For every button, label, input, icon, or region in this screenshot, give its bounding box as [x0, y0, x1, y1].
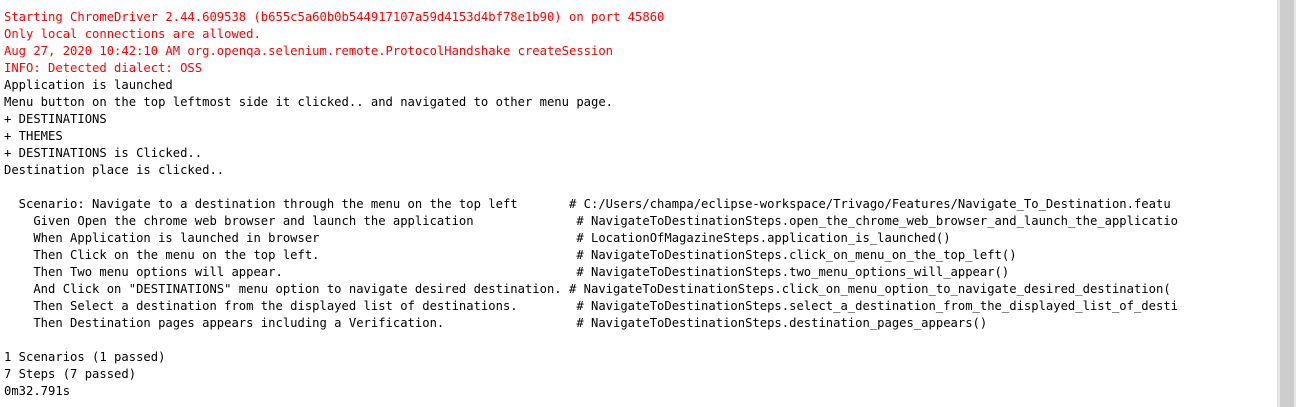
console-line-stdout: + THEMES [4, 129, 63, 143]
console-line-stdout [4, 179, 1178, 196]
console-line-stdout: 1 Scenarios (1 passed) [4, 350, 166, 364]
scrollbar-thumb[interactable] [1280, 0, 1294, 407]
console-lines: Starting ChromeDriver 2.44.609538 (b655c… [4, 9, 1178, 400]
console-line-stdout: When Application is launched in browser … [4, 231, 951, 245]
console-line-stdout: Then Click on the menu on the top left. … [4, 248, 1017, 262]
console-line-stdout: Scenario: Navigate to a destination thro… [4, 197, 1171, 211]
console-line-stderr: Only local connections are allowed. [4, 27, 261, 41]
console-output[interactable]: Starting ChromeDriver 2.44.609538 (b655c… [0, 0, 1277, 407]
console-line-stderr: INFO: Detected dialect: OSS [4, 61, 203, 75]
console-line-stdout [4, 332, 1178, 349]
console-line-stdout: + DESTINATIONS is Clicked.. [4, 146, 203, 160]
scrollbar-track[interactable] [1277, 0, 1296, 407]
console-line-stdout: 7 Steps (7 passed) [4, 367, 137, 381]
vertical-scrollbar[interactable] [1277, 0, 1313, 407]
scrollbar-gap [1296, 0, 1313, 407]
console-line-stderr: Aug 27, 2020 10:42:10 AM org.openqa.sele… [4, 44, 614, 58]
console-line-stdout: Then Select a destination from the displ… [4, 299, 1178, 313]
console-line-stdout: Given Open the chrome web browser and la… [4, 214, 1178, 228]
console-line-stdout: + DESTINATIONS [4, 112, 107, 126]
console-line-stdout: Application is launched [4, 78, 173, 92]
console-line-stdout: Then Two menu options will appear. # Nav… [4, 265, 1010, 279]
console-line-stdout: 0m32.791s [4, 384, 71, 398]
console-line-stdout: Then Destination pages appears including… [4, 316, 988, 330]
console-line-stdout: And Click on "DESTINATIONS" menu option … [4, 282, 1171, 296]
console-line-stdout: Destination place is clicked.. [4, 163, 225, 177]
console-line-stderr: Starting ChromeDriver 2.44.609538 (b655c… [4, 10, 665, 24]
console-line-stdout: Menu button on the top leftmost side it … [4, 95, 614, 109]
